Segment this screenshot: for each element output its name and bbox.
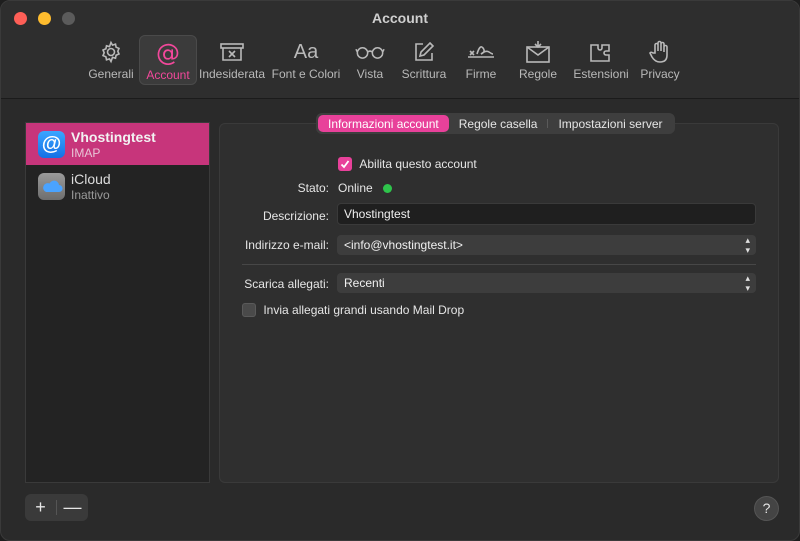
enable-account-label: Abilita questo account xyxy=(359,156,477,171)
toolbar-label: Account xyxy=(146,68,190,82)
toolbar-label: Firme xyxy=(465,67,497,81)
account-tabs: Informazioni account Regole casella Impo… xyxy=(316,113,675,134)
email-value: <info@vhostingtest.it> xyxy=(344,238,463,252)
status-value: Online xyxy=(338,181,373,195)
at-icon: @ xyxy=(38,130,65,158)
enable-account-row[interactable]: Abilita questo account xyxy=(338,156,477,171)
email-popup[interactable]: <info@vhostingtest.it> ▴ ▾ xyxy=(337,235,756,255)
enable-account-checkbox[interactable] xyxy=(338,156,352,171)
account-item-icloud[interactable]: iCloud Inattivo xyxy=(26,165,209,207)
account-type: IMAP xyxy=(71,145,101,160)
account-list[interactable]: @ Vhostingtest IMAP iCloud Inattivo xyxy=(25,122,210,483)
window-title: Account xyxy=(372,10,428,26)
remove-account-button[interactable]: — xyxy=(57,494,88,521)
toolbar-label: Vista xyxy=(356,67,384,81)
toolbar-item-privacy[interactable]: Privacy xyxy=(635,35,685,85)
gear-icon xyxy=(96,39,126,65)
maildrop-checkbox[interactable] xyxy=(242,302,256,317)
toolbar-item-estensioni[interactable]: Estensioni xyxy=(567,35,635,85)
checkmark-icon xyxy=(340,160,350,169)
status-row: Online xyxy=(338,181,392,195)
download-attachments-value: Recenti xyxy=(344,276,385,290)
toolbar-item-vista[interactable]: Vista xyxy=(345,35,395,85)
tab-informazioni-account[interactable]: Informazioni account xyxy=(318,115,449,132)
updown-chevron-icon: ▴ ▾ xyxy=(745,273,750,293)
titlebar: Account Generali @ Account Indesiderata … xyxy=(1,1,799,99)
account-name: iCloud xyxy=(71,170,111,187)
status-label: Stato: xyxy=(297,181,329,195)
rules-envelope-icon xyxy=(523,39,553,65)
help-button[interactable]: ? xyxy=(754,496,779,521)
toolbar-item-account[interactable]: @ Account xyxy=(139,35,197,85)
divider xyxy=(242,264,756,265)
compose-icon xyxy=(409,39,439,65)
status-online-dot xyxy=(382,184,392,194)
account-item-vhostingtest[interactable]: @ Vhostingtest IMAP xyxy=(26,123,209,165)
tab-regole-casella[interactable]: Regole casella xyxy=(449,115,548,132)
toolbar-item-firme[interactable]: Firme xyxy=(453,35,509,85)
account-name: Vhostingtest xyxy=(71,128,156,145)
updown-chevron-icon: ▴ ▾ xyxy=(745,235,750,255)
description-field[interactable]: Vhostingtest xyxy=(337,203,756,225)
font-icon: Aa xyxy=(293,40,319,63)
toolbar-label: Generali xyxy=(88,67,134,81)
toolbar-item-indesiderata[interactable]: Indesiderata xyxy=(197,35,267,85)
puzzle-icon xyxy=(586,39,616,65)
signature-icon xyxy=(466,39,496,65)
add-account-button[interactable]: + xyxy=(25,494,56,521)
download-attachments-label: Scarica allegati: xyxy=(244,277,329,291)
glasses-icon xyxy=(355,39,385,65)
toolbar-label: Privacy xyxy=(640,67,680,81)
toolbar-item-font-e-colori[interactable]: Aa Font e Colori xyxy=(267,35,345,85)
email-label: Indirizzo e-mail: xyxy=(244,238,329,252)
tab-impostazioni-server[interactable]: Impostazioni server xyxy=(548,115,672,132)
junk-tray-icon xyxy=(217,39,247,65)
toolbar-item-scrittura[interactable]: Scrittura xyxy=(395,35,453,85)
description-label: Descrizione: xyxy=(262,209,329,223)
cloud-icon xyxy=(38,172,65,200)
hand-icon xyxy=(645,39,675,65)
toolbar-label: Indesiderata xyxy=(198,67,266,81)
toolbar-label: Font e Colori xyxy=(271,67,341,81)
toolbar-item-regole[interactable]: Regole xyxy=(509,35,567,85)
maildrop-label: Invia allegati grandi usando Mail Drop xyxy=(263,302,465,317)
toolbar-label: Regole xyxy=(518,67,558,81)
maildrop-row[interactable]: Invia allegati grandi usando Mail Drop xyxy=(242,302,464,317)
toolbar-label: Estensioni xyxy=(573,67,629,81)
preferences-toolbar: Generali @ Account Indesiderata Aa Font … xyxy=(83,35,685,87)
account-type: Inattivo xyxy=(71,187,110,202)
download-attachments-popup[interactable]: Recenti ▴ ▾ xyxy=(337,273,756,293)
toolbar-label: Scrittura xyxy=(401,67,447,81)
preferences-window: Account Generali @ Account Indesiderata … xyxy=(0,0,800,541)
add-remove-control: + — xyxy=(25,494,88,521)
at-icon: @ xyxy=(156,39,180,67)
toolbar-item-generali[interactable]: Generali xyxy=(83,35,139,85)
